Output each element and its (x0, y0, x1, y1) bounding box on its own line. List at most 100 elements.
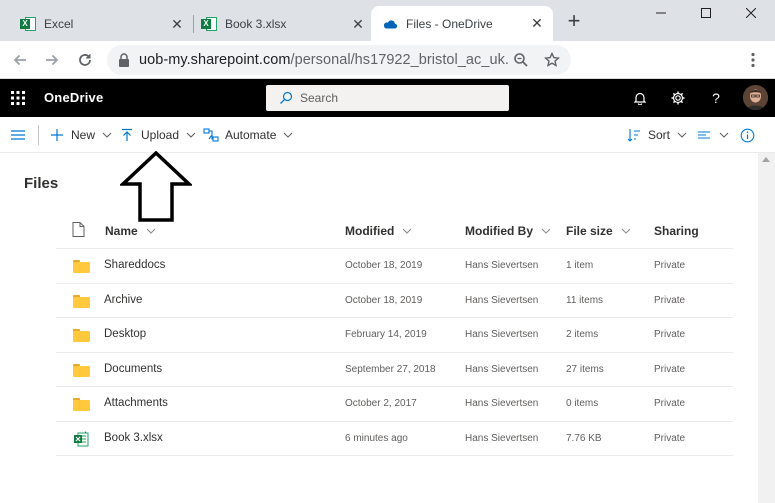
browser-toolbar: uob-my.sharepoint.com/personal/hs17922_b… (0, 41, 775, 79)
column-header-modified-by[interactable]: Modified By (465, 224, 551, 238)
excel-icon: X (20, 16, 36, 32)
bookmark-star-icon[interactable] (543, 51, 561, 69)
column-label: Modified By (465, 224, 533, 238)
maximize-icon[interactable] (696, 2, 716, 24)
table-row[interactable]: Archive October 18, 2019 Hans Sievertsen… (56, 284, 733, 318)
tab-separator (193, 15, 194, 33)
settings-gear-icon[interactable] (669, 89, 687, 107)
file-size: 11 items (566, 294, 604, 306)
modified-by: Hans Sievertsen (465, 294, 539, 306)
chevron-down-icon (146, 228, 156, 234)
column-header-file-size[interactable]: File size (566, 224, 631, 238)
file-size: 0 items (566, 398, 599, 409)
file-name-link[interactable]: Documents (104, 363, 162, 375)
scroll-up-arrow-icon[interactable] (762, 157, 770, 162)
divider (38, 125, 39, 145)
column-header-name[interactable]: Name (105, 224, 156, 238)
minimize-icon[interactable] (651, 2, 671, 24)
folder-icon (73, 398, 90, 411)
column-header-sharing[interactable]: Sharing (654, 224, 699, 238)
browser-menu-icon[interactable] (742, 49, 764, 71)
chevron-down-icon (719, 132, 729, 138)
modified-by: Hans Sievertsen (465, 329, 539, 340)
new-tab-button[interactable]: + (564, 10, 584, 32)
table-row[interactable]: Book 3.xlsx 6 minutes ago Hans Sievertse… (56, 422, 733, 456)
modified-date: September 27, 2018 (345, 363, 436, 375)
forward-arrow-icon[interactable] (41, 49, 63, 71)
tab-excel[interactable]: X Excel ✕ (20, 7, 185, 41)
close-tab-icon[interactable]: ✕ (169, 16, 185, 32)
onedrive-cloud-icon (383, 19, 398, 29)
column-label: Sharing (654, 224, 699, 238)
file-size: 7.76 KB (566, 432, 602, 444)
chevron-down-icon (284, 132, 293, 138)
app-launcher-icon[interactable] (9, 89, 27, 107)
info-pane-icon[interactable] (740, 126, 755, 144)
view-options-button[interactable] (696, 126, 729, 144)
avatar[interactable] (743, 85, 768, 110)
table-row[interactable]: Desktop February 14, 2019 Hans Sievertse… (56, 318, 733, 353)
search-icon (280, 91, 293, 104)
sharing-status: Private (654, 432, 686, 444)
back-arrow-icon[interactable] (9, 49, 31, 71)
modified-by: Hans Sievertsen (465, 260, 539, 271)
chevron-down-icon (402, 228, 412, 234)
close-tab-icon[interactable]: ✕ (529, 15, 545, 32)
file-name-link[interactable]: Attachments (104, 397, 168, 409)
upload-button[interactable]: Upload (119, 126, 196, 144)
sharing-status: Private (654, 398, 686, 409)
reload-icon[interactable] (74, 49, 96, 71)
chevron-down-icon (677, 132, 687, 138)
scrollbar[interactable] (758, 153, 775, 503)
sort-label: Sort (648, 128, 671, 142)
column-header-modified[interactable]: Modified (345, 224, 412, 238)
automate-button[interactable]: Automate (203, 126, 293, 144)
search-input[interactable]: Search (266, 85, 509, 111)
plus-icon (49, 127, 65, 143)
flow-icon (203, 127, 219, 143)
chevron-down-icon (102, 132, 112, 138)
column-label: Name (105, 224, 138, 238)
modified-by: Hans Sievertsen (465, 398, 539, 409)
chevron-down-icon (186, 132, 196, 138)
help-icon[interactable]: ? (707, 89, 725, 107)
notification-bell-icon[interactable] (631, 89, 649, 107)
sort-button[interactable]: Sort (626, 126, 687, 144)
page-title: Files (24, 175, 59, 192)
app-name[interactable]: OneDrive (44, 90, 103, 105)
file-name-link[interactable]: Archive (104, 294, 142, 306)
file-name-link[interactable]: Shareddocs (104, 259, 165, 271)
sort-icon (626, 127, 642, 143)
folder-icon (73, 363, 90, 377)
chevron-down-icon (541, 228, 551, 234)
tab-title: Book 3.xlsx (225, 17, 287, 31)
new-button[interactable]: New (49, 126, 112, 144)
folder-icon (73, 294, 90, 308)
modified-date: February 14, 2019 (345, 329, 427, 340)
file-name-link[interactable]: Book 3.xlsx (104, 432, 163, 444)
file-name-link[interactable]: Desktop (104, 328, 146, 340)
excel-file-icon (74, 430, 89, 446)
close-window-icon[interactable] (741, 2, 761, 24)
file-type-icon[interactable] (72, 222, 85, 237)
url-path: /personal/hs17922_bristol_ac_uk... (290, 52, 510, 68)
search-placeholder: Search (300, 91, 339, 105)
column-label: File size (566, 224, 613, 238)
nav-menu-icon[interactable] (10, 126, 26, 144)
address-bar[interactable]: uob-my.sharepoint.com/personal/hs17922_b… (107, 45, 571, 75)
file-size: 2 items (566, 329, 599, 340)
modified-date: October 2, 2017 (345, 398, 417, 409)
tab-onedrive-files[interactable]: Files - OneDrive ✕ (371, 6, 553, 41)
sharing-status: Private (654, 260, 686, 271)
upload-arrow-icon (119, 127, 135, 143)
zoom-icon[interactable] (512, 51, 530, 69)
table-row[interactable]: Shareddocs October 18, 2019 Hans Sievert… (56, 249, 733, 284)
url-text: uob-my.sharepoint.com/personal/hs17922_b… (139, 52, 509, 68)
folder-icon (73, 329, 90, 342)
lock-icon (119, 53, 129, 67)
close-tab-icon[interactable]: ✕ (350, 16, 366, 32)
tab-book3[interactable]: X Book 3.xlsx ✕ (201, 7, 366, 41)
table-row[interactable]: Documents September 27, 2018 Hans Siever… (56, 353, 733, 387)
table-row[interactable]: Attachments October 2, 2017 Hans Sievert… (56, 387, 733, 422)
excel-icon: X (201, 16, 217, 32)
